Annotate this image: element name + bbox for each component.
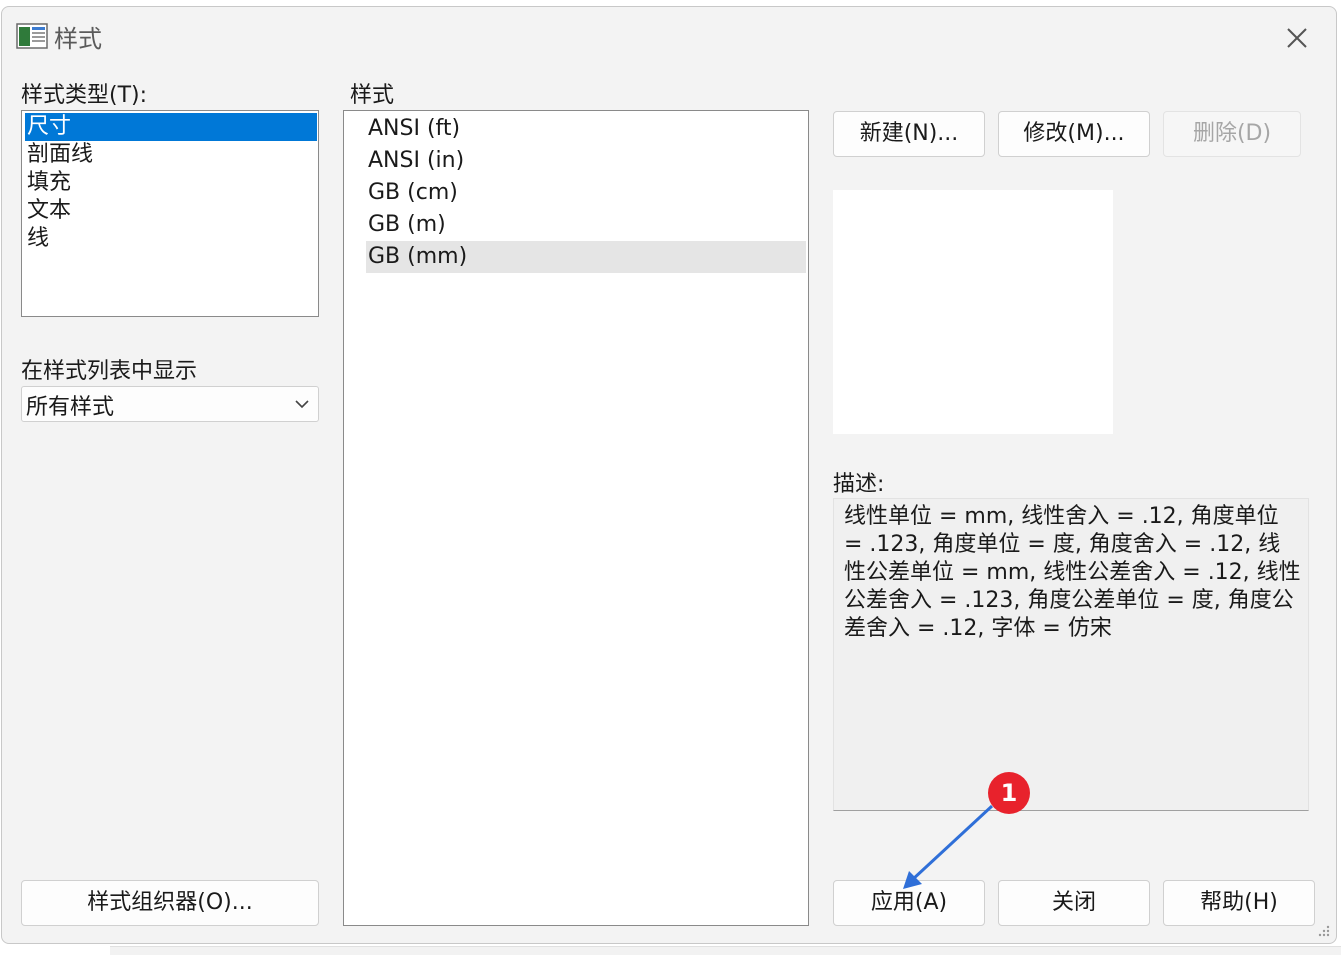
styles-list[interactable]: ANSI (ft) ANSI (in) GB (cm) GB (m) GB (m…	[343, 110, 809, 926]
app-icon	[16, 23, 48, 49]
style-type-item-dimension[interactable]: 尺寸	[25, 113, 317, 141]
show-styles-value: 所有样式	[26, 395, 115, 420]
style-type-item-fill[interactable]: 填充	[25, 169, 71, 197]
style-type-item-hatch[interactable]: 剖面线	[25, 141, 93, 169]
styles-dialog: 样式 样式类型(T): 尺寸 剖面线 填充 文本 线 在样式列表中显示 所有样式…	[1, 6, 1337, 944]
style-type-item-text[interactable]: 文本	[25, 197, 71, 225]
description-text: 线性单位 = mm, 线性舍入 = .12, 角度单位 = .123, 角度单位…	[833, 498, 1309, 811]
apply-button[interactable]: 应用(A)	[833, 880, 985, 926]
styles-label: 样式	[350, 83, 395, 108]
style-type-list[interactable]: 尺寸 剖面线 填充 文本 线	[21, 110, 319, 317]
style-type-item-line[interactable]: 线	[25, 225, 49, 253]
title-bar: 样式	[2, 7, 1336, 63]
style-item-ansi-in[interactable]: ANSI (in)	[366, 145, 806, 177]
resize-grip-icon[interactable]	[1316, 923, 1330, 937]
style-preview	[833, 190, 1113, 434]
close-icon[interactable]	[1282, 23, 1312, 53]
show-styles-dropdown[interactable]: 所有样式	[21, 386, 319, 422]
style-type-label: 样式类型(T):	[21, 83, 148, 108]
help-button[interactable]: 帮助(H)	[1163, 880, 1315, 926]
show-in-list-label: 在样式列表中显示	[21, 359, 198, 384]
modify-style-button[interactable]: 修改(M)...	[998, 111, 1150, 157]
style-organizer-button[interactable]: 样式组织器(O)...	[21, 880, 319, 926]
style-item-gb-cm[interactable]: GB (cm)	[366, 177, 806, 209]
delete-style-button[interactable]: 删除(D)	[1163, 111, 1301, 157]
new-style-button[interactable]: 新建(N)...	[833, 111, 985, 157]
close-button[interactable]: 关闭	[998, 880, 1150, 926]
style-item-gb-mm[interactable]: GB (mm)	[366, 241, 806, 273]
description-label: 描述:	[833, 472, 885, 497]
style-item-ansi-ft[interactable]: ANSI (ft)	[366, 113, 806, 145]
chevron-down-icon	[295, 400, 309, 409]
style-item-gb-m[interactable]: GB (m)	[366, 209, 806, 241]
annotation-marker: 1	[988, 772, 1030, 814]
window-title: 样式	[54, 25, 102, 53]
